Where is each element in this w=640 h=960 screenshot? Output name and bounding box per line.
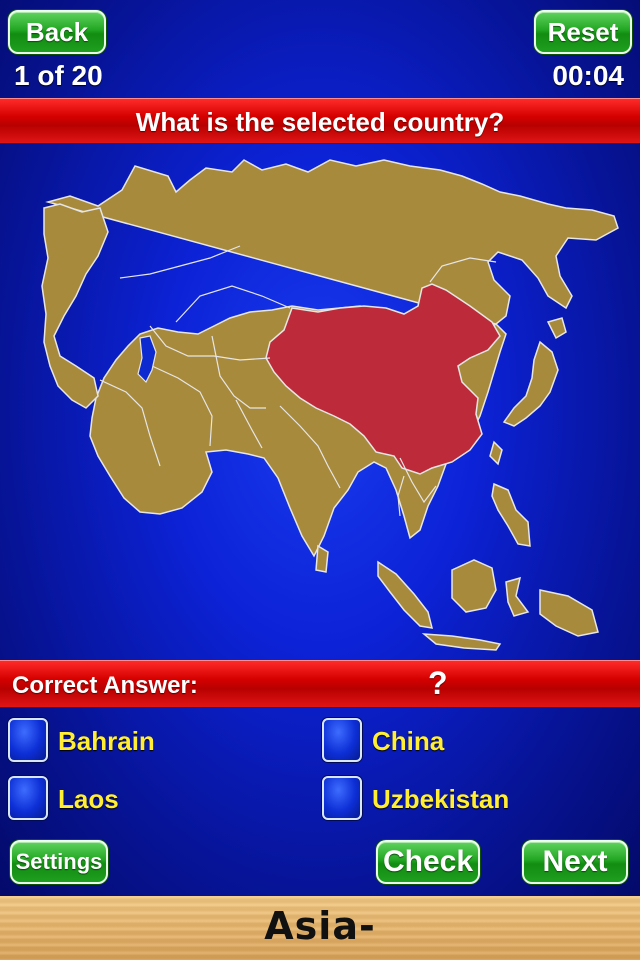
correct-answer-label: Correct Answer: (12, 672, 198, 699)
region-title: Asia- (264, 904, 376, 948)
choice-label: Bahrain (58, 726, 155, 756)
check-button[interactable]: Check (376, 840, 480, 884)
next-button[interactable]: Next (522, 840, 628, 884)
country-japan (502, 340, 559, 427)
footer-wood-bar: Asia- (0, 896, 640, 960)
country-philippines (491, 482, 531, 547)
choice-bahrain[interactable]: Bahrain (8, 718, 308, 766)
back-button[interactable]: Back (8, 10, 106, 54)
island-sri-lanka (315, 544, 329, 573)
choice-checkbox[interactable] (322, 776, 362, 820)
question-progress: 1 of 20 (14, 60, 103, 91)
choice-checkbox[interactable] (322, 718, 362, 762)
map-svg (41, 159, 619, 651)
asia-map[interactable] (0, 146, 640, 658)
island-borneo (451, 559, 497, 613)
game-screen: Back Reset 1 of 20 00:04 What is the sel… (0, 0, 640, 896)
landmass-europe (41, 203, 109, 409)
choice-label: Laos (58, 784, 119, 814)
island-sulawesi (505, 576, 530, 617)
correct-answer-value: ? (428, 665, 448, 701)
settings-button[interactable]: Settings (10, 840, 108, 884)
question-banner: What is the selected country? (0, 98, 640, 144)
choice-label: Uzbekistan (372, 784, 510, 814)
choice-checkbox[interactable] (8, 776, 48, 820)
island-java (421, 633, 502, 651)
question-text: What is the selected country? (135, 107, 505, 137)
choice-uzbekistan[interactable]: Uzbekistan (322, 776, 622, 824)
choice-china[interactable]: China (322, 718, 622, 766)
elapsed-timer: 00:04 (552, 60, 624, 91)
island-hokkaido (546, 317, 567, 340)
choice-checkbox[interactable] (8, 718, 48, 762)
choice-label: China (372, 726, 445, 756)
choice-laos[interactable]: Laos (8, 776, 308, 824)
reset-button[interactable]: Reset (534, 10, 632, 54)
island-new-guinea (539, 589, 599, 637)
island-sumatra (377, 560, 434, 629)
answer-banner: Correct Answer: ? (0, 660, 640, 708)
island-taiwan (489, 440, 503, 466)
